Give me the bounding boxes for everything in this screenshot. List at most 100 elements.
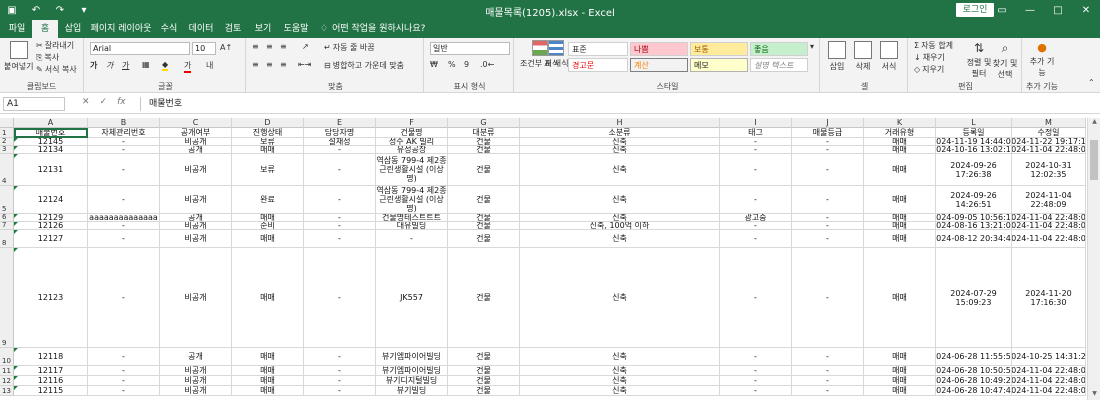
table-cell[interactable]: 신축: [520, 248, 720, 348]
tab-formulas[interactable]: 수식: [156, 20, 182, 38]
table-cell[interactable]: 매매: [864, 222, 936, 230]
scroll-down-icon[interactable]: ▼: [1088, 390, 1100, 400]
cut-button[interactable]: ✂ 잘라내기: [36, 40, 74, 51]
copy-button[interactable]: ⎘ 복사: [36, 52, 59, 63]
table-cell[interactable]: 건물: [448, 248, 520, 348]
table-cell[interactable]: 보류: [232, 138, 304, 146]
align-bottom-icon[interactable]: ≡: [280, 42, 287, 51]
table-cell[interactable]: 2024-11-04 22:48:09: [1012, 376, 1086, 386]
table-cell[interactable]: 신축: [520, 146, 720, 154]
table-cell[interactable]: 건물: [448, 376, 520, 386]
delete-cells-button[interactable]: 삭제: [854, 41, 872, 72]
table-cell[interactable]: 신축: [520, 386, 720, 396]
table-cell[interactable]: -: [304, 222, 376, 230]
table-cell[interactable]: 성수 AK 빌리: [376, 138, 448, 146]
table-cell[interactable]: -: [792, 348, 864, 366]
table-cell[interactable]: 2024-08-16 13:21:01: [936, 222, 1012, 230]
currency-icon[interactable]: ₩: [430, 60, 438, 69]
paste-button[interactable]: 붙여넣기: [4, 41, 33, 72]
table-cell[interactable]: 뷰기빌딩: [376, 386, 448, 396]
table-cell[interactable]: 매매: [232, 376, 304, 386]
table-cell[interactable]: 2024-11-04 22:48:09: [1012, 366, 1086, 376]
column-header-d[interactable]: D: [232, 118, 304, 128]
format-painter-button[interactable]: ✎ 서식 복사: [36, 64, 77, 75]
table-cell[interactable]: 12131: [14, 154, 88, 186]
table-cell[interactable]: 매매: [232, 386, 304, 396]
italic-button[interactable]: 가: [106, 60, 113, 71]
table-cell[interactable]: 신축: [520, 366, 720, 376]
table-cell[interactable]: 신축: [520, 230, 720, 248]
spreadsheet-grid[interactable]: A B C D E F G H I J K L M 1 매물번호 자체관리번호 공개여부 진행상태 담당자명 건물명 대…: [0, 118, 1100, 400]
table-cell[interactable]: -: [792, 138, 864, 146]
header-cell[interactable]: 자체관리번호: [88, 128, 160, 138]
tab-insert[interactable]: 삽입: [60, 20, 86, 38]
header-cell[interactable]: 대분류: [448, 128, 520, 138]
table-cell[interactable]: 역삼동 799-4 제2종 근린생활시설 (이상명): [376, 154, 448, 186]
table-cell[interactable]: -: [792, 222, 864, 230]
header-cell[interactable]: 소분류: [520, 128, 720, 138]
table-cell[interactable]: 2024-11-19 14:44:08: [936, 138, 1012, 146]
table-cell[interactable]: 건물: [448, 386, 520, 396]
table-cell[interactable]: -: [88, 376, 160, 386]
percent-button[interactable]: %: [448, 60, 456, 69]
table-cell[interactable]: 건물: [448, 214, 520, 222]
row-header[interactable]: 11: [0, 366, 14, 376]
tab-view[interactable]: 보기: [250, 20, 276, 38]
font-size-select[interactable]: 10: [192, 42, 216, 55]
table-cell[interactable]: -: [720, 154, 792, 186]
table-cell[interactable]: JK557: [376, 248, 448, 348]
table-cell[interactable]: -: [376, 230, 448, 248]
tell-me-box[interactable]: ♢ 어떤 작업을 원하시나요?: [320, 20, 425, 38]
style-normal[interactable]: 표준: [568, 42, 628, 56]
table-cell[interactable]: -: [88, 248, 160, 348]
table-cell[interactable]: 매매: [864, 186, 936, 214]
find-select-button[interactable]: ⌕ 찾기 및 선택: [992, 41, 1018, 80]
table-cell[interactable]: 매매: [232, 248, 304, 348]
table-cell[interactable]: 2024-08-12 20:34:44: [936, 230, 1012, 248]
enter-icon[interactable]: ✓: [100, 97, 108, 107]
table-cell[interactable]: -: [792, 248, 864, 348]
align-middle-icon[interactable]: ≡: [266, 42, 273, 51]
table-cell[interactable]: 매매: [864, 214, 936, 222]
table-cell[interactable]: 매매: [864, 154, 936, 186]
table-cell[interactable]: 12129: [14, 214, 88, 222]
table-cell[interactable]: 건물: [448, 146, 520, 154]
table-cell[interactable]: 건물: [448, 138, 520, 146]
column-header-h[interactable]: H: [520, 118, 720, 128]
table-cell[interactable]: -: [304, 146, 376, 154]
table-cell[interactable]: 2024-06-28 10:47:42: [936, 386, 1012, 396]
table-cell[interactable]: -: [720, 366, 792, 376]
table-cell[interactable]: -: [304, 230, 376, 248]
table-cell[interactable]: 공개: [160, 146, 232, 154]
table-cell[interactable]: -: [304, 186, 376, 214]
column-header-g[interactable]: G: [448, 118, 520, 128]
table-cell[interactable]: 2024-06-28 11:55:56: [936, 348, 1012, 366]
fill-button[interactable]: ↓ 채우기: [914, 52, 945, 63]
table-cell[interactable]: 비공개: [160, 230, 232, 248]
vertical-scrollbar[interactable]: ▲ ▼: [1087, 118, 1100, 400]
row-header[interactable]: 8: [0, 230, 14, 248]
table-cell[interactable]: 2024-09-26 14:26:51: [936, 186, 1012, 214]
table-cell[interactable]: 12115: [14, 386, 88, 396]
header-cell[interactable]: 건물명: [376, 128, 448, 138]
tab-page-layout[interactable]: 페이지 레이아웃: [90, 20, 152, 38]
addins-button[interactable]: ● 추가 기능: [1028, 41, 1056, 78]
table-cell[interactable]: 건물: [448, 348, 520, 366]
table-cell[interactable]: 신축: [520, 154, 720, 186]
table-cell[interactable]: 2024-10-16 13:02:10: [936, 146, 1012, 154]
table-cell[interactable]: 설재성: [304, 138, 376, 146]
table-cell[interactable]: -: [720, 348, 792, 366]
table-cell[interactable]: 뷰기디지털빌딩: [376, 376, 448, 386]
table-cell[interactable]: 2024-11-04 22:48:09: [1012, 146, 1086, 154]
table-cell[interactable]: -: [88, 366, 160, 376]
fill-color-icon[interactable]: ◆: [162, 60, 169, 71]
table-cell[interactable]: -: [304, 366, 376, 376]
table-cell[interactable]: 12118: [14, 348, 88, 366]
table-cell[interactable]: 완료: [232, 186, 304, 214]
bold-button[interactable]: 가: [90, 60, 97, 71]
table-cell[interactable]: -: [792, 154, 864, 186]
table-cell[interactable]: 매매: [864, 138, 936, 146]
ribbon-display-icon[interactable]: ▭: [988, 0, 1016, 20]
table-cell[interactable]: -: [720, 230, 792, 248]
table-cell[interactable]: 12127: [14, 230, 88, 248]
